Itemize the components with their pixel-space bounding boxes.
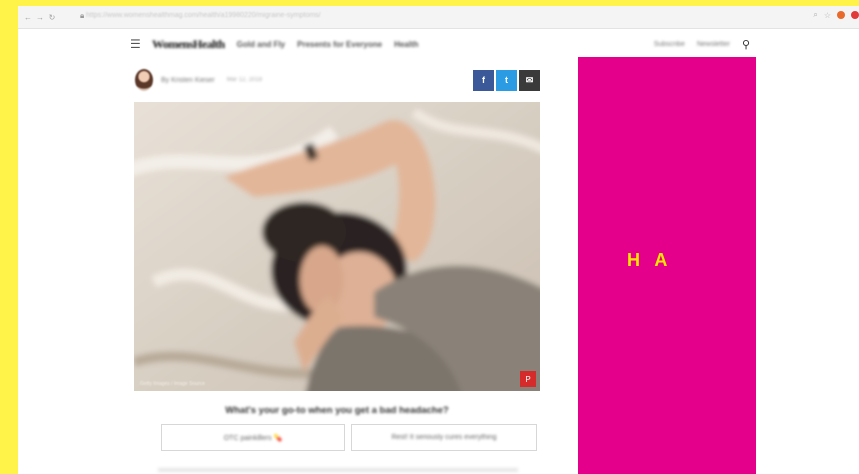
pinterest-button[interactable]: P	[520, 371, 536, 387]
sidebar-ad[interactable]: H A	[578, 57, 756, 474]
url-bar[interactable]: https://www.womenshealthmag.com/health/a…	[86, 12, 786, 23]
subscribe-link[interactable]: Subscribe	[654, 41, 685, 48]
hero-image: Getty Images / Image Source P	[134, 102, 540, 391]
poll-option-label: OTC painkillers 💊	[223, 434, 283, 442]
browser-toolbar: ← → ↻ 🔒︎ https://www.womenshealthmag.com…	[18, 6, 859, 29]
extension-icon[interactable]	[851, 11, 859, 19]
site-logo[interactable]: WomensHealth	[152, 37, 225, 52]
facebook-share-button[interactable]: f	[473, 69, 494, 91]
back-arrow-icon[interactable]: ←	[22, 13, 34, 22]
reload-icon[interactable]: ↻	[46, 13, 58, 22]
nav-link[interactable]: Gold and Fly	[237, 40, 285, 49]
newsletter-link[interactable]: Newsletter	[697, 41, 730, 48]
nav-link[interactable]: Health	[394, 40, 418, 49]
zoom-icon[interactable]: ⌕	[813, 10, 817, 20]
hamburger-menu-icon[interactable]: ☰	[130, 38, 141, 50]
nav-link[interactable]: Presents for Everyone	[297, 40, 382, 49]
twitter-share-button[interactable]: t	[496, 69, 517, 91]
search-icon[interactable]: ⚲	[742, 38, 750, 51]
poll-option-button[interactable]: OTC painkillers 💊	[161, 424, 345, 451]
lock-icon: 🔒︎	[80, 11, 85, 20]
poll-question: What's your go-to when you get a bad hea…	[225, 405, 449, 416]
email-share-button[interactable]: ✉	[519, 69, 540, 91]
ad-text: H A	[627, 250, 673, 270]
author-avatar	[135, 69, 153, 91]
share-buttons: f t ✉	[473, 69, 540, 91]
byline: By Kristen Kieser Mar 12, 2018 f t ✉	[135, 68, 540, 92]
poll-option-button[interactable]: Rest! It seriously cures everything	[351, 424, 537, 451]
author-name[interactable]: By Kristen Kieser	[161, 77, 215, 84]
star-icon[interactable]: ☆	[824, 11, 831, 20]
browser-window: ← → ↻ 🔒︎ https://www.womenshealthmag.com…	[18, 6, 859, 474]
extension-icon[interactable]	[837, 11, 845, 19]
poll-option-label: Rest! It seriously cures everything	[391, 434, 497, 441]
image-credit: Getty Images / Image Source	[140, 381, 206, 387]
site-header: ☰ WomensHealth Gold and Fly Presents for…	[130, 34, 750, 54]
article-text-line	[158, 468, 518, 472]
publish-date: Mar 12, 2018	[226, 77, 263, 83]
hero-photo	[134, 102, 540, 391]
forward-arrow-icon[interactable]: →	[34, 13, 46, 22]
